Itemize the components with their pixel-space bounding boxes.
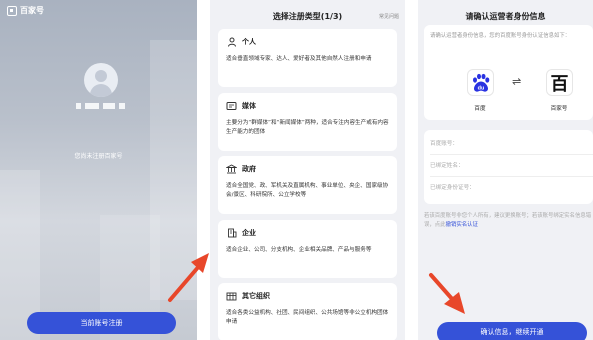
confirm-continue-button[interactable]: 确认信息，继续开通 bbox=[437, 322, 587, 340]
type-description: 适合全国党、政、军机关及直属机构、事业单位、央企、国家级协会/景区、科研院所、公… bbox=[226, 183, 389, 198]
register-current-account-button[interactable]: 当前账号注册 bbox=[27, 312, 176, 334]
type-description: 主要分为“群媒体”和“新闻媒体”两种，适合专注内容生产或有内容生产能力的团体 bbox=[226, 120, 389, 135]
baijiahao-label: 百家号 bbox=[550, 106, 568, 112]
person-icon bbox=[226, 37, 237, 48]
type-title: 媒体 bbox=[242, 102, 256, 110]
app-logo-text: 百家号 bbox=[20, 6, 44, 15]
type-card-other-organization[interactable]: 其它组织 适合各类公益机构、社团、民间组织、公共场馆等非公立机构团体申请 bbox=[218, 283, 397, 340]
page-title: 选择注册类型(1/3) bbox=[272, 12, 343, 21]
type-card-government[interactable]: 政府 适合全国党、政、军机关及直属机构、事业单位、央企、国家级协会/景区、科研院… bbox=[218, 156, 397, 214]
account-link-card: 请确认运营者身份信息，您的百度账号身份认证信息如下： du ⇌ 百 百度 百家号 bbox=[424, 25, 593, 120]
link-arrows-icon: ⇌ bbox=[512, 75, 522, 88]
type-title: 政府 bbox=[242, 165, 256, 173]
masked-username bbox=[76, 103, 125, 109]
organization-icon bbox=[226, 291, 237, 302]
type-description: 适合垂直领域专家、达人、爱好者及其他自然人注册和申请 bbox=[226, 56, 372, 62]
revoke-realname-link[interactable]: 撤销实名认证 bbox=[446, 222, 478, 228]
arrow-icon bbox=[429, 273, 465, 314]
baidu-app-icon: du bbox=[467, 69, 494, 96]
field-bound-id-number: 已绑定身份证号： bbox=[430, 185, 475, 191]
government-icon bbox=[226, 164, 237, 175]
baijiahao-app-icon: 百 bbox=[546, 69, 573, 96]
not-registered-text: 您尚未注册百家号 bbox=[74, 153, 123, 160]
svg-text:du: du bbox=[477, 85, 484, 91]
type-title: 企业 bbox=[242, 229, 256, 237]
baijiahao-logo-icon bbox=[7, 5, 17, 16]
faq-link[interactable]: 常见问题 bbox=[379, 13, 399, 20]
type-description: 适合企业、公司、分支机构、企业相关品牌、产品与服务等 bbox=[226, 247, 372, 253]
arrow-icon bbox=[168, 253, 209, 302]
type-card-enterprise[interactable]: 企业 适合企业、公司、分支机构、企业相关品牌、产品与服务等 bbox=[218, 220, 397, 278]
identity-info-form: 百度账号： 已绑定姓名： 已绑定身份证号： bbox=[424, 130, 593, 204]
type-card-media[interactable]: 媒体 主要分为“群媒体”和“新闻媒体”两种，适合专注内容生产或有内容生产能力的团… bbox=[218, 93, 397, 151]
baidu-label: 百度 bbox=[474, 106, 486, 112]
media-icon bbox=[226, 101, 237, 112]
type-title: 个人 bbox=[242, 38, 256, 46]
page-title: 请确认运营者身份信息 bbox=[465, 12, 546, 21]
account-note: 若该百度账号非您个人所有，建议更换账号；若该账号绑定实名信息错误，点此撤销实名认… bbox=[424, 212, 592, 230]
field-baidu-account: 百度账号： bbox=[430, 141, 458, 147]
field-bound-name: 已绑定姓名： bbox=[430, 163, 464, 169]
choose-type-screen: 选择注册类型(1/3) 常见问题 个人 适合垂直领域专家、达人、爱好者及其他自然… bbox=[210, 0, 405, 340]
enterprise-icon bbox=[226, 228, 237, 239]
avatar bbox=[84, 63, 118, 97]
app-logo: 百家号 bbox=[7, 5, 44, 16]
type-description: 适合各类公益机构、社团、民间组织、公共场馆等非公立机构团体申请 bbox=[226, 310, 389, 325]
type-card-personal[interactable]: 个人 适合垂直领域专家、达人、爱好者及其他自然人注册和申请 bbox=[218, 29, 397, 87]
type-title: 其它组织 bbox=[242, 292, 270, 300]
divider bbox=[430, 154, 593, 155]
intro-text: 请确认运营者身份信息，您的百度账号身份认证信息如下： bbox=[430, 33, 571, 39]
divider bbox=[430, 176, 593, 177]
